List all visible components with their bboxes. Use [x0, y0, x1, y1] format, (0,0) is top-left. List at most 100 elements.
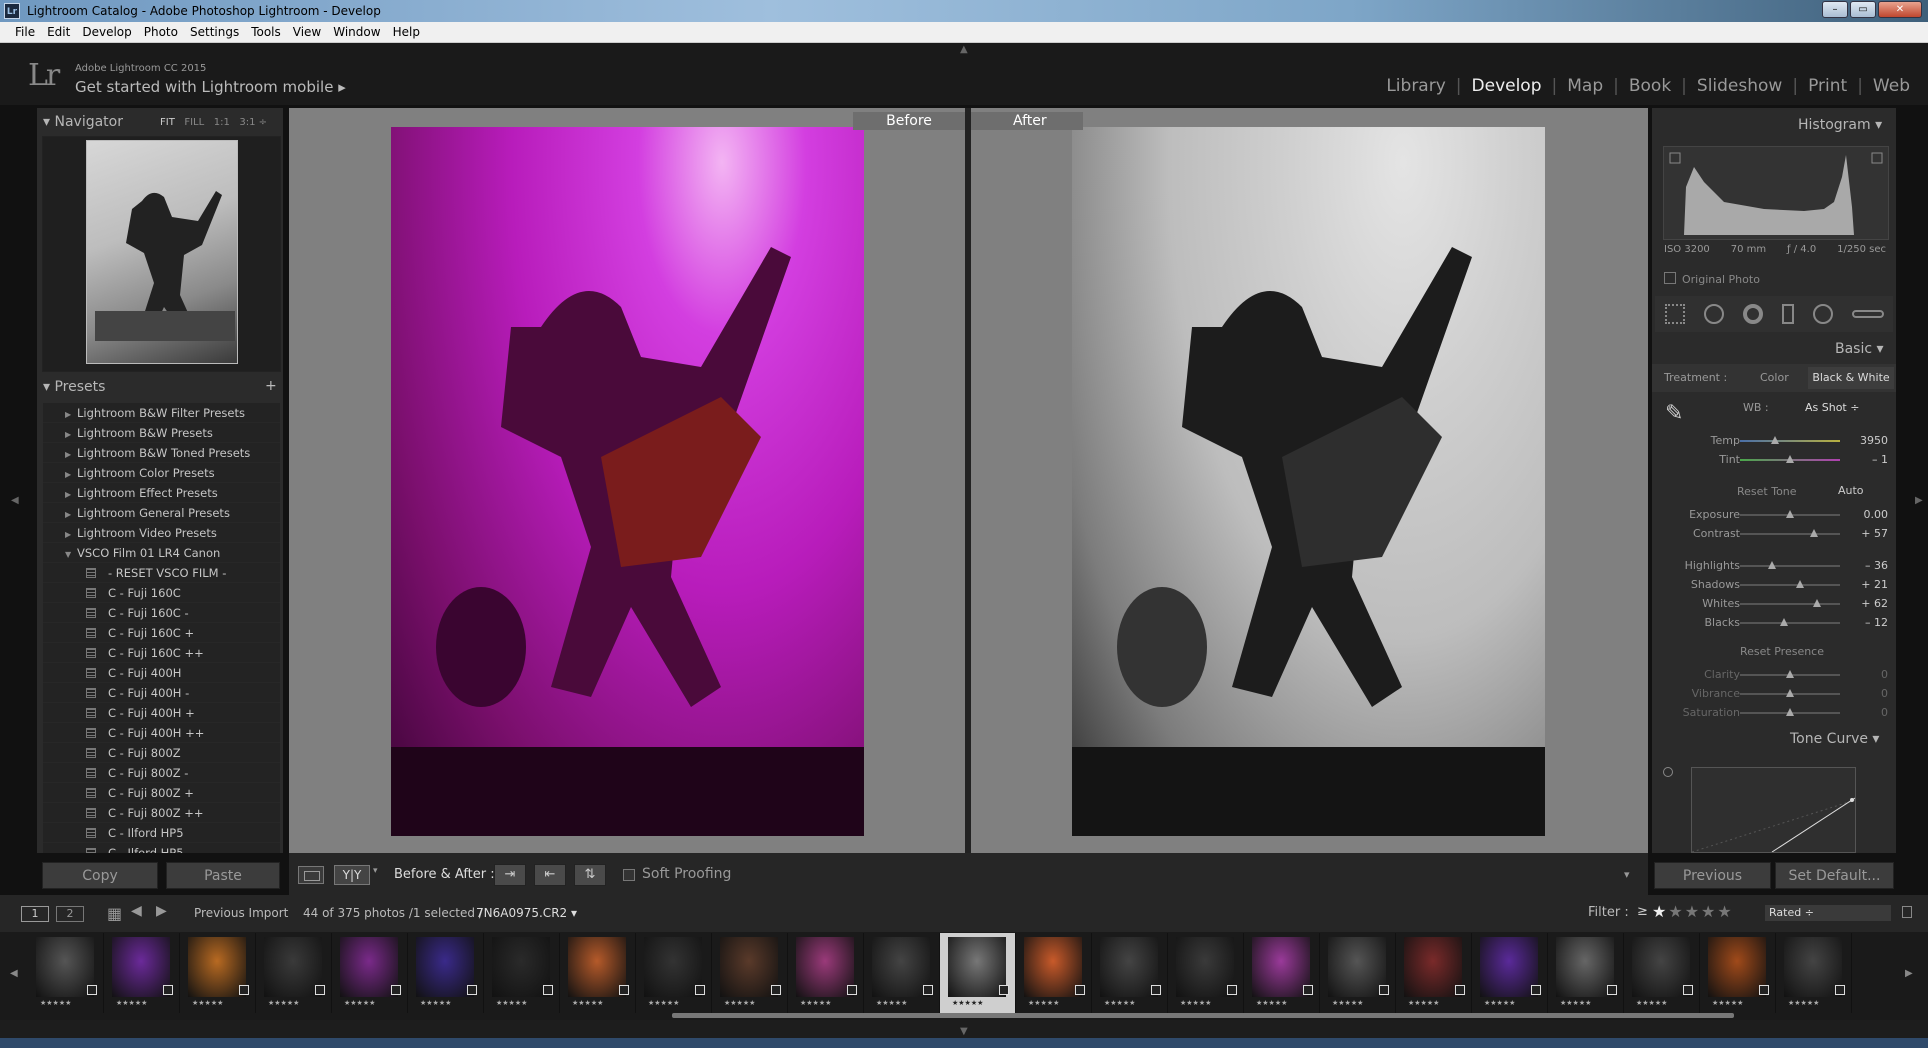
crop-icon[interactable]	[1664, 304, 1685, 324]
filmstrip-scroll-left-icon[interactable]: ◀	[10, 968, 18, 979]
radial-filter-icon[interactable]	[1812, 304, 1833, 324]
filmstrip-thumbnail[interactable]: ★★★★★	[636, 933, 712, 1013]
slider-thumb[interactable]	[1786, 708, 1794, 716]
slider-value[interactable]: – 1	[1872, 453, 1888, 466]
filmstrip-thumbnail[interactable]: ★★★★★	[864, 933, 940, 1013]
module-library[interactable]: Library	[1376, 76, 1455, 96]
wb-select[interactable]: As Shot ÷	[1805, 401, 1859, 414]
star-empty-icons[interactable]: ★★★★	[1668, 902, 1733, 921]
filter-lock-icon[interactable]	[1902, 906, 1912, 918]
slider-thumb[interactable]	[1786, 689, 1794, 697]
module-develop[interactable]: Develop	[1462, 76, 1552, 96]
slider-track[interactable]	[1740, 603, 1840, 605]
preset-item[interactable]: C - Fuji 160C	[43, 583, 280, 603]
set-default-button[interactable]: Set Default...	[1775, 862, 1894, 889]
rating-operator[interactable]: ≥	[1637, 904, 1648, 919]
zoom-1-1[interactable]: 1:1	[214, 117, 230, 128]
menu-window[interactable]: Window	[333, 25, 380, 39]
filmstrip-thumbnail[interactable]: ★★★★★	[408, 933, 484, 1013]
view-mode-dropdown-icon[interactable]: ▾	[373, 866, 378, 876]
filmstrip-thumbnail[interactable]: ★★★★★	[104, 933, 180, 1013]
preset-item[interactable]: C - Fuji 400H	[43, 663, 280, 683]
tone-curve-graph[interactable]	[1691, 767, 1856, 853]
preset-item[interactable]: - RESET VSCO FILM -	[43, 563, 280, 583]
slider-thumb[interactable]	[1771, 436, 1779, 444]
filmstrip-thumbnail[interactable]: ★★★★★	[1396, 933, 1472, 1013]
slider-track[interactable]	[1740, 622, 1840, 624]
spot-removal-icon[interactable]	[1703, 304, 1724, 324]
slider-blacks[interactable]: Blacks – 12	[1652, 614, 1896, 632]
filmstrip-thumbnail[interactable]: ★★★★★	[1548, 933, 1624, 1013]
menu-view[interactable]: View	[293, 25, 321, 39]
menu-help[interactable]: Help	[393, 25, 420, 39]
presets-header[interactable]: ▾ Presets	[43, 379, 105, 395]
filmstrip-thumbnail[interactable]: ★★★★★	[180, 933, 256, 1013]
module-slideshow[interactable]: Slideshow	[1687, 76, 1792, 96]
copy-before-to-after-button[interactable]: ⇥	[494, 864, 526, 886]
slider-temp[interactable]: Temp 3950	[1652, 432, 1896, 450]
basic-header[interactable]: Basic ▾	[1835, 341, 1884, 357]
previous-button[interactable]: Previous	[1654, 862, 1771, 889]
slider-value[interactable]: 3950	[1860, 434, 1888, 447]
slider-thumb[interactable]	[1786, 455, 1794, 463]
menu-edit[interactable]: Edit	[47, 25, 70, 39]
red-eye-icon[interactable]	[1742, 304, 1763, 324]
filmstrip-thumbnail[interactable]: ★★★★★	[1016, 933, 1092, 1013]
preset-item[interactable]: C - Fuji 400H -	[43, 683, 280, 703]
secondary-window-button[interactable]: 2	[56, 906, 84, 922]
filmstrip-thumbnail[interactable]: ★★★★★	[1092, 933, 1168, 1013]
preset-folder[interactable]: ▶ Lightroom B&W Filter Presets	[43, 403, 280, 423]
filmstrip-thumbnail[interactable]: ★★★★★	[1472, 933, 1548, 1013]
preset-item[interactable]: C - Fuji 400H +	[43, 703, 280, 723]
slider-thumb[interactable]	[1786, 510, 1794, 518]
module-print[interactable]: Print	[1798, 76, 1857, 96]
close-button[interactable]: ✕	[1878, 1, 1922, 18]
slider-track[interactable]	[1740, 584, 1840, 586]
slider-vibrance[interactable]: Vibrance 0	[1652, 685, 1896, 703]
filmstrip-thumbnail[interactable]: ★★★★★	[28, 933, 104, 1013]
before-image[interactable]	[391, 127, 864, 836]
filmstrip-thumbnail[interactable]: ★★★★★	[332, 933, 408, 1013]
preset-folder[interactable]: ▶ Lightroom B&W Presets	[43, 423, 280, 443]
preset-item[interactable]: C - Fuji 800Z -	[43, 763, 280, 783]
filmstrip-thumbnail[interactable]: ★★★★★	[484, 933, 560, 1013]
preset-item[interactable]: C - Fuji 800Z ++	[43, 803, 280, 823]
filmstrip-thumbnail[interactable]: ★★★★★	[1244, 933, 1320, 1013]
preset-folder[interactable]: ▶ Lightroom Color Presets	[43, 463, 280, 483]
treatment-color-button[interactable]: Color	[1760, 371, 1789, 384]
module-book[interactable]: Book	[1619, 76, 1681, 96]
slider-value[interactable]: + 62	[1861, 597, 1888, 610]
star-filled-icon[interactable]: ★	[1652, 902, 1668, 921]
filmstrip-thumbnail[interactable]: ★★★★★	[1700, 933, 1776, 1013]
slider-value[interactable]: 0	[1881, 706, 1888, 719]
navigator-thumbnail[interactable]	[86, 140, 238, 364]
filmstrip-scroll-right-icon[interactable]: ▶	[1905, 968, 1913, 979]
filter-preset-select[interactable]: Rated ÷	[1765, 905, 1891, 921]
zoom-3-1[interactable]: 3:1 ÷	[239, 117, 267, 128]
filmstrip-thumbnail[interactable]: ★★★★★	[1776, 933, 1852, 1013]
slider-value[interactable]: 0	[1881, 668, 1888, 681]
filmstrip-thumbnail[interactable]: ★★★★★	[1624, 933, 1700, 1013]
graduated-filter-icon[interactable]	[1781, 304, 1794, 324]
filmstrip-thumbnail[interactable]: ★★★★★	[940, 933, 1016, 1013]
slider-thumb[interactable]	[1786, 670, 1794, 678]
preset-folder[interactable]: ▶ Lightroom Effect Presets	[43, 483, 280, 503]
zoom-fill[interactable]: FILL	[184, 117, 204, 128]
filmstrip-thumbnail[interactable]: ★★★★★	[1320, 933, 1396, 1013]
preset-item[interactable]: C - Fuji 160C -	[43, 603, 280, 623]
target-adjust-icon[interactable]	[1663, 767, 1673, 777]
before-after-view-button[interactable]: Y|Y	[334, 865, 370, 885]
soft-proofing-checkbox[interactable]	[623, 869, 635, 881]
filmstrip-thumbnail[interactable]: ★★★★★	[560, 933, 636, 1013]
filename-dropdown[interactable]: 7N6A0975.CR2 ▾	[476, 906, 577, 920]
bottom-panel-toggle-icon[interactable]: ▼	[960, 1026, 968, 1037]
filmstrip-thumbnail[interactable]: ★★★★★	[256, 933, 332, 1013]
copy-after-to-before-button[interactable]: ⇤	[534, 864, 566, 886]
slider-value[interactable]: + 57	[1861, 527, 1888, 540]
preset-item[interactable]: C - Fuji 800Z +	[43, 783, 280, 803]
filmstrip-thumbnail[interactable]: ★★★★★	[788, 933, 864, 1013]
slider-thumb[interactable]	[1796, 580, 1804, 588]
preset-folder[interactable]: ▶ Lightroom B&W Toned Presets	[43, 443, 280, 463]
zoom-fit[interactable]: FIT	[160, 117, 175, 128]
slider-track[interactable]	[1740, 533, 1840, 535]
